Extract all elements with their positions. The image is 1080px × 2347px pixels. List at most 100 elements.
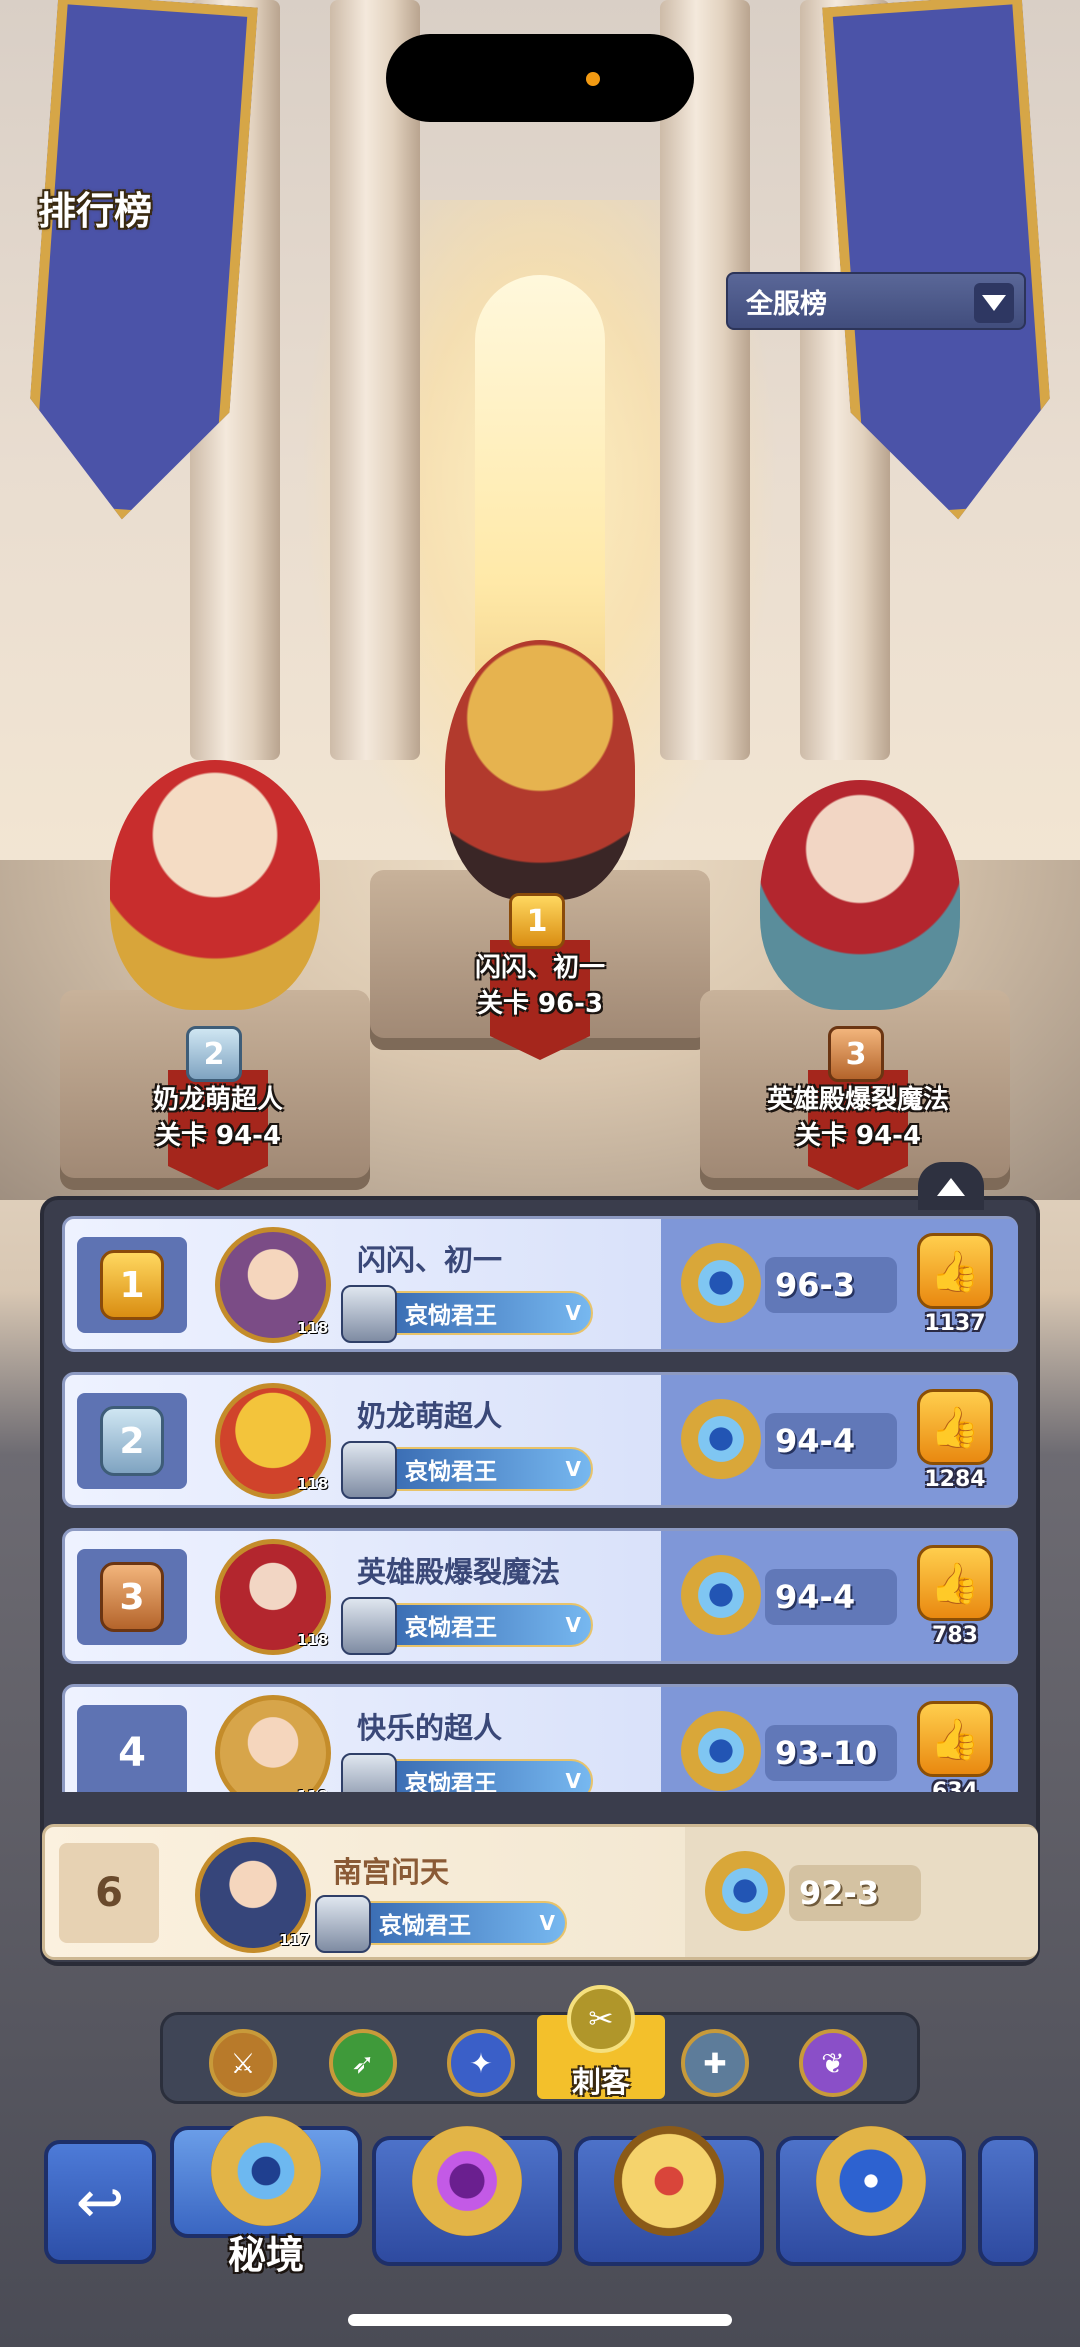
stage-emblem-icon	[681, 1399, 761, 1479]
star-emblem-icon	[816, 2126, 926, 2236]
like-button[interactable]: 👍	[917, 1545, 993, 1621]
collapse-arrow-icon[interactable]	[918, 1162, 984, 1210]
title-text: 哀恸君王	[405, 1615, 497, 1641]
rank-2-badge: 2	[186, 1026, 242, 1082]
table-row[interactable]: 4 118 快乐的超人 哀恸君王 V 93-10 👍 634	[62, 1684, 1018, 1792]
title-emblem-icon	[341, 1285, 397, 1343]
thumbs-up-icon: 👍	[930, 1404, 980, 1451]
hero-second-place[interactable]	[110, 760, 320, 1010]
title-text: 哀恸君王	[405, 1303, 497, 1329]
stage-value: 92-3	[789, 1865, 921, 1921]
stage-value: 96-3	[765, 1257, 897, 1313]
crown-emblem-icon	[614, 2126, 724, 2236]
podium-second-label: 奶龙萌超人 关卡 94-4	[58, 1082, 378, 1154]
player-name: 奶龙萌超人	[357, 1399, 503, 1433]
purple-eye-emblem-icon	[412, 2126, 522, 2236]
player-level: 118	[297, 1631, 329, 1649]
podium-stage: 关卡 94-4	[154, 1121, 282, 1151]
avatar[interactable]	[215, 1695, 331, 1792]
rank-shield-bronze: 3	[100, 1562, 164, 1632]
title-suffix: V	[539, 1911, 555, 1935]
tab-more[interactable]	[978, 2136, 1038, 2266]
stage-value: 93-10	[765, 1725, 897, 1781]
tab-assassin[interactable]: ✂ 刺客	[537, 1985, 665, 2099]
podium-player-name: 英雄殿爆裂魔法	[766, 1085, 949, 1115]
podium-third-label: 英雄殿爆裂魔法 关卡 94-4	[698, 1082, 1018, 1154]
hero-third-place[interactable]	[760, 780, 960, 1010]
tab-secret-realm[interactable]	[170, 2116, 362, 2238]
summoner-icon[interactable]: ❦	[799, 2029, 867, 2097]
title-emblem-icon	[341, 1441, 397, 1499]
tab-secret-realm-label: 秘境	[227, 2233, 304, 2277]
like-count: 1137	[924, 1311, 986, 1336]
privacy-indicator	[586, 72, 600, 86]
table-row[interactable]: 2 118 奶龙萌超人 哀恸君王 V 94-4 👍 1284	[62, 1372, 1018, 1508]
podium-player-name: 奶龙萌超人	[152, 1085, 283, 1115]
leaderboard-list[interactable]: 1 118 闪闪、初一 哀恸君王 V 96-3 👍 1137 2 118 奶龙萌超…	[62, 1216, 1018, 1792]
player-level: 118	[297, 1787, 328, 1792]
like-count: 1284	[924, 1467, 986, 1492]
podium-stage: 关卡 94-4	[794, 1121, 922, 1151]
title-badge: 哀恸君王 V	[341, 1597, 593, 1655]
server-select-dropdown[interactable]: 全服榜	[726, 272, 1026, 330]
title-text: 哀恸君王	[405, 1771, 497, 1792]
chevron-down-icon[interactable]	[974, 283, 1014, 323]
archer-bow-icon[interactable]: ➶	[329, 2029, 397, 2097]
tab-assassin-label: 刺客	[571, 2065, 630, 2099]
page-title: 排行榜	[38, 189, 153, 233]
podium-first-label: 闪闪、初一 关卡 96-3	[380, 950, 700, 1022]
like-count: 634	[932, 1779, 978, 1792]
table-row[interactable]: 1 118 闪闪、初一 哀恸君王 V 96-3 👍 1137	[62, 1216, 1018, 1352]
stage-emblem-icon	[681, 1711, 761, 1791]
my-rank-row[interactable]: 6 117 南宫问天 哀恸君王 V 92-3	[42, 1824, 1038, 1960]
stage-emblem-icon	[681, 1243, 761, 1323]
thumbs-up-icon: 👍	[930, 1560, 980, 1607]
back-arrow-icon[interactable]: ↩	[44, 2140, 156, 2264]
like-button[interactable]: 👍	[917, 1233, 993, 1309]
warrior-axe-icon[interactable]: ⚔	[209, 2029, 277, 2097]
home-indicator[interactable]	[348, 2314, 732, 2326]
thumbs-up-icon: 👍	[930, 1716, 980, 1763]
title-text: 哀恸君王	[379, 1913, 471, 1939]
player-name: 英雄殿爆裂魔法	[357, 1555, 561, 1589]
table-row[interactable]: 3 118 英雄殿爆裂魔法 哀恸君王 V 94-4 👍 783	[62, 1528, 1018, 1664]
rank-shield-gold: 1	[100, 1250, 164, 1320]
assassin-blade-icon: ✂	[567, 1985, 635, 2053]
tab-purple-eye[interactable]	[372, 2126, 562, 2266]
server-select-label: 全服榜	[746, 288, 827, 320]
title-badge: 哀恸君王 V	[341, 1285, 593, 1343]
player-level: 118	[297, 1319, 329, 1337]
rank-cell: 1	[77, 1237, 187, 1333]
title-badge: 哀恸君王 V	[315, 1895, 567, 1953]
rank-1-badge: 1	[509, 893, 565, 949]
like-button[interactable]: 👍	[917, 1701, 993, 1777]
rank-number: 4	[118, 1730, 146, 1776]
title-suffix: V	[565, 1613, 581, 1637]
rank-cell: 4	[77, 1705, 187, 1792]
secret-realm-emblem-icon	[211, 2116, 321, 2226]
player-name: 快乐的超人	[357, 1711, 503, 1745]
stage-emblem-icon	[705, 1851, 785, 1931]
title-suffix: V	[565, 1769, 581, 1792]
rank-shield-silver: 2	[100, 1406, 164, 1476]
priest-cross-icon[interactable]: ✚	[681, 2029, 749, 2097]
rank-cell: 3	[77, 1549, 187, 1645]
player-name: 南宫问天	[333, 1855, 450, 1889]
tab-star[interactable]	[776, 2126, 966, 2266]
hero-first-place[interactable]	[445, 640, 635, 900]
title-emblem-icon	[341, 1753, 397, 1792]
rank-3-badge: 3	[828, 1026, 884, 1082]
podium-player-name: 闪闪、初一	[474, 953, 605, 983]
mage-staff-icon[interactable]: ✦	[447, 2029, 515, 2097]
player-level: 117	[279, 1931, 311, 1949]
like-count: 783	[932, 1623, 978, 1648]
podium-stage: 关卡 96-3	[476, 989, 604, 1019]
camera-notch	[386, 34, 694, 122]
class-filter-tabs: ⚔ ➶ ✦ ✂ 刺客 ✚ ❦	[160, 1985, 920, 2104]
my-rank-number: 6	[59, 1843, 159, 1943]
stage-emblem-icon	[681, 1555, 761, 1635]
tab-crown[interactable]	[574, 2126, 764, 2266]
stage-value: 94-4	[765, 1413, 897, 1469]
thumbs-up-icon: 👍	[930, 1248, 980, 1295]
like-button[interactable]: 👍	[917, 1389, 993, 1465]
